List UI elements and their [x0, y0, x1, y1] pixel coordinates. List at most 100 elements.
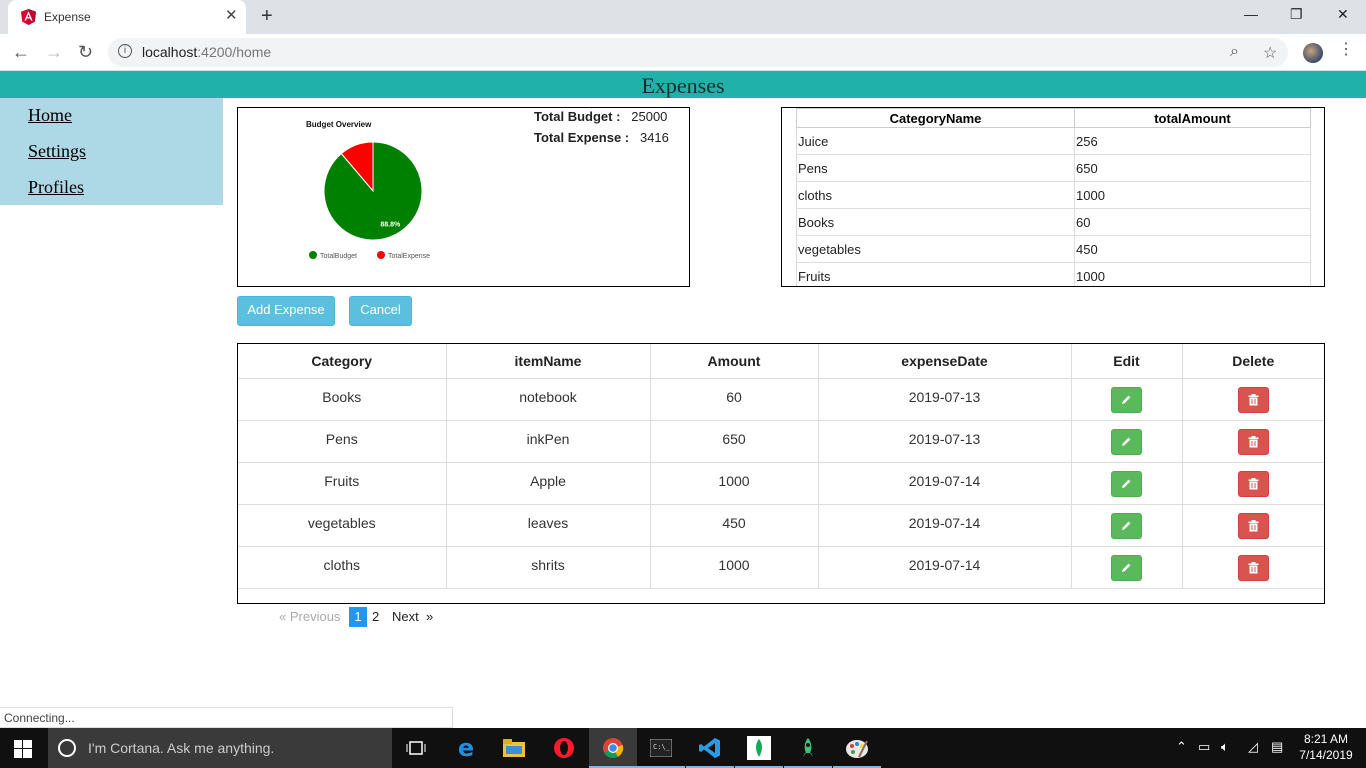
restore-icon[interactable]: ❐ — [1290, 6, 1303, 23]
delete-cell — [1182, 504, 1324, 547]
back-icon[interactable]: ← — [12, 42, 30, 62]
cancel-button[interactable]: Cancel — [349, 296, 412, 326]
edit-button[interactable] — [1111, 470, 1142, 497]
column-header: totalAmount — [1074, 108, 1311, 128]
pagination-page-1[interactable]: 1 — [349, 607, 367, 627]
status-bubble: Connecting... — [0, 707, 453, 728]
edit-button[interactable] — [1111, 512, 1142, 539]
delete-cell — [1182, 378, 1324, 421]
tray-chevron-icon[interactable]: ⌃ — [1176, 739, 1187, 755]
rocket-app-icon[interactable] — [784, 728, 832, 768]
cortana-search-box[interactable]: I'm Cortana. Ask me anything. — [48, 728, 392, 768]
pagination-next[interactable]: Next » — [392, 607, 433, 627]
amount-cell: 650 — [650, 420, 819, 463]
table-row: cloths shrits 1000 2019-07-14 — [238, 546, 1324, 589]
table-row: Books notebook 60 2019-07-13 — [238, 378, 1324, 421]
windows-start-icon[interactable] — [14, 740, 32, 758]
category-summary-table: CategoryName totalAmount Juice 256 Pens 650… — [796, 108, 1311, 286]
table-row: Pens inkPen 650 2019-07-13 — [238, 420, 1324, 463]
edit-cell — [1071, 420, 1183, 463]
delete-button[interactable] — [1237, 428, 1269, 455]
summary-row: cloths 1000 — [796, 181, 1311, 209]
column-header: itemName — [446, 344, 651, 379]
edit-cell — [1071, 462, 1183, 505]
menu-kebab-icon[interactable]: ⋮ — [1338, 42, 1354, 58]
summary-row: vegetables 450 — [796, 235, 1311, 263]
volume-icon[interactable]: 🔈︎ — [1221, 739, 1229, 755]
expenses-table-panel: Category itemName Amount expenseDate Edi… — [237, 343, 1325, 604]
edit-button[interactable] — [1111, 554, 1142, 581]
vscode-icon[interactable] — [686, 728, 734, 768]
category-cell: Pens — [238, 420, 447, 463]
paint-icon[interactable] — [833, 728, 881, 768]
delete-button[interactable] — [1237, 470, 1269, 497]
delete-button[interactable] — [1237, 554, 1269, 581]
mongodb-compass-icon[interactable] — [735, 728, 783, 768]
category-name-cell: cloths — [796, 181, 1075, 209]
edit-button[interactable] — [1111, 428, 1142, 455]
category-name-cell: Pens — [796, 154, 1075, 182]
new-tab-icon[interactable]: + — [261, 6, 273, 26]
edit-button[interactable] — [1111, 386, 1142, 413]
browser-toolbar: ← → ↻ i localhost:4200/home ⌕ ☆ ⋮ — [0, 34, 1366, 71]
angular-icon — [21, 9, 36, 25]
chart-title: Budget Overview — [306, 120, 372, 129]
legend-item-expense[interactable]: TotalExpense — [377, 251, 430, 260]
edit-cell — [1071, 504, 1183, 547]
category-name-cell: Juice — [796, 127, 1075, 155]
item-name-cell: shrits — [446, 546, 651, 589]
minimize-icon[interactable]: — — [1244, 6, 1258, 22]
profile-avatar[interactable] — [1303, 43, 1323, 63]
delete-button[interactable] — [1237, 386, 1269, 413]
forward-icon[interactable]: → — [45, 42, 63, 62]
edge-icon[interactable]: e — [442, 728, 490, 768]
sidebar: Home Settings Profiles — [0, 98, 223, 205]
pagination-previous[interactable]: « Previous — [279, 607, 340, 627]
task-view-icon[interactable] — [392, 728, 440, 768]
cortana-icon — [58, 739, 76, 757]
opera-icon[interactable] — [540, 728, 588, 768]
action-center-icon[interactable]: ▤ — [1271, 739, 1283, 755]
pagination-page-2[interactable]: 2 — [372, 607, 379, 627]
bookmark-star-icon[interactable]: ☆ — [1263, 43, 1277, 63]
total-expense-stat: Total Expense : 3416 — [534, 130, 669, 145]
reload-icon[interactable]: ↻ — [78, 42, 93, 62]
delete-button[interactable] — [1237, 512, 1269, 539]
close-window-icon[interactable]: ✕ — [1337, 6, 1349, 23]
network-icon[interactable]: ◿ — [1248, 739, 1258, 755]
edit-cell — [1071, 378, 1183, 421]
browser-tab[interactable]: Expense ✕ — [8, 0, 246, 34]
legend-item-budget[interactable]: TotalBudget — [309, 251, 357, 260]
url-text: localhost:4200/home — [142, 44, 272, 60]
nav-link-profiles[interactable]: Profiles — [28, 177, 84, 198]
total-amount-cell: 650 — [1074, 154, 1311, 182]
summary-row: Juice 256 — [796, 127, 1311, 155]
address-bar[interactable]: i localhost:4200/home ⌕ ☆ — [108, 38, 1288, 67]
delete-cell — [1182, 546, 1324, 589]
chrome-icon[interactable] — [589, 728, 637, 768]
nav-link-home[interactable]: Home — [28, 105, 72, 126]
delete-cell — [1182, 420, 1324, 463]
add-expense-button[interactable]: Add Expense — [237, 296, 335, 326]
zoom-icon[interactable]: ⌕ — [1230, 43, 1239, 61]
tab-title: Expense — [44, 10, 91, 24]
category-name-cell: Fruits — [796, 262, 1075, 286]
pie-slice-total-budget[interactable] — [323, 141, 423, 241]
summary-row: Books 60 — [796, 208, 1311, 236]
total-budget-stat: Total Budget : 25000 — [534, 109, 668, 124]
windows-taskbar: I'm Cortana. Ask me anything. e C:\_ ⌃ ▭… — [0, 728, 1366, 768]
amount-cell: 60 — [650, 378, 819, 421]
category-cell: Fruits — [238, 462, 447, 505]
nav-link-settings[interactable]: Settings — [28, 141, 86, 162]
taskbar-clock[interactable]: 8:21 AM 7/14/2019 — [1296, 731, 1356, 763]
tray-device-icon[interactable]: ▭ — [1198, 739, 1210, 755]
info-icon[interactable]: i — [118, 44, 132, 58]
file-explorer-icon[interactable] — [490, 728, 538, 768]
table-row: vegetables leaves 450 2019-07-14 — [238, 504, 1324, 547]
item-name-cell: inkPen — [446, 420, 651, 463]
terminal-icon[interactable]: C:\_ — [637, 728, 685, 768]
summary-row: Fruits 1000 — [796, 262, 1311, 286]
column-header: expenseDate — [818, 344, 1072, 379]
close-tab-icon[interactable]: ✕ — [225, 8, 238, 24]
total-amount-cell: 256 — [1074, 127, 1311, 155]
